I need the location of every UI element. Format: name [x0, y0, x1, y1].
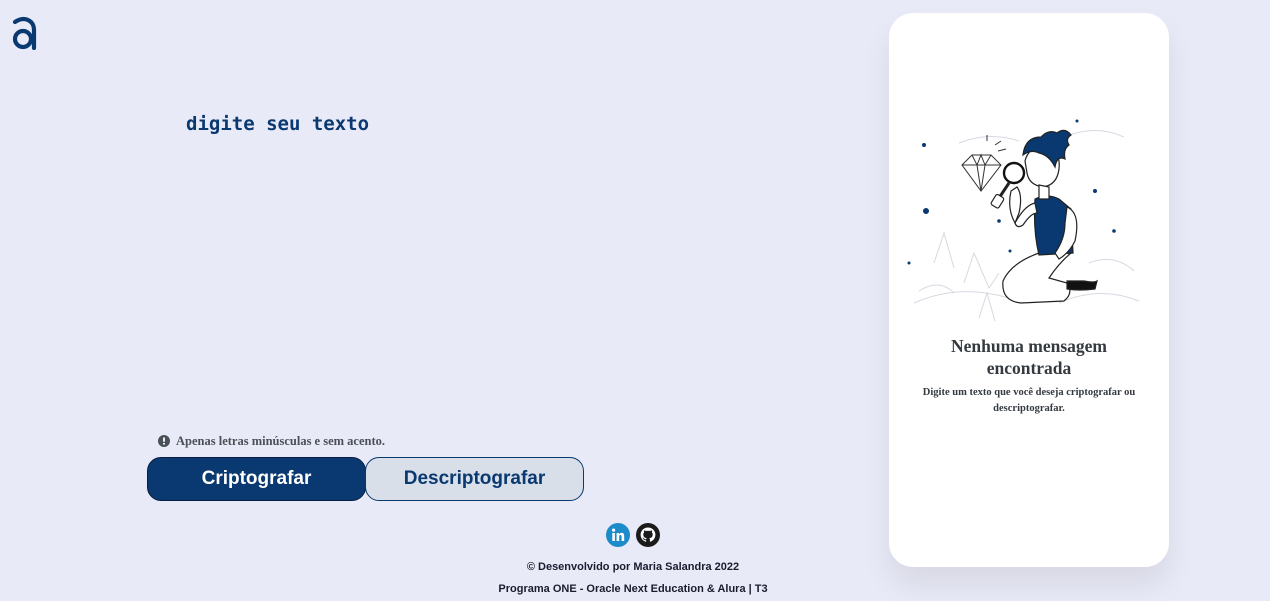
footer-credit: © Desenvolvido por Maria Salandra 2022 — [526, 561, 740, 573]
input-hint: Apenas letras minúsculas e sem acento. — [158, 433, 385, 449]
message-input[interactable] — [186, 112, 746, 402]
boy-with-magnifier-illustration — [907, 119, 1140, 322]
exclamation-circle-icon — [158, 435, 170, 447]
footer-program: Programa ONE - Oracle Next Education & A… — [498, 583, 768, 595]
empty-state-description: Digite um texto que você deseja criptogr… — [922, 387, 1136, 414]
encrypt-button[interactable]: Criptografar — [147, 457, 366, 501]
alura-logo-icon[interactable] — [10, 14, 38, 50]
output-panel: Nenhuma mensagem encontrada Digite um te… — [889, 13, 1169, 567]
hint-text: Apenas letras minúsculas e sem acento. — [176, 433, 386, 448]
linkedin-icon[interactable] — [606, 523, 630, 547]
github-icon[interactable] — [636, 523, 660, 547]
decrypt-button[interactable]: Descriptografar — [365, 457, 584, 501]
empty-state-title: Nenhuma mensagem encontrada — [950, 336, 1108, 378]
